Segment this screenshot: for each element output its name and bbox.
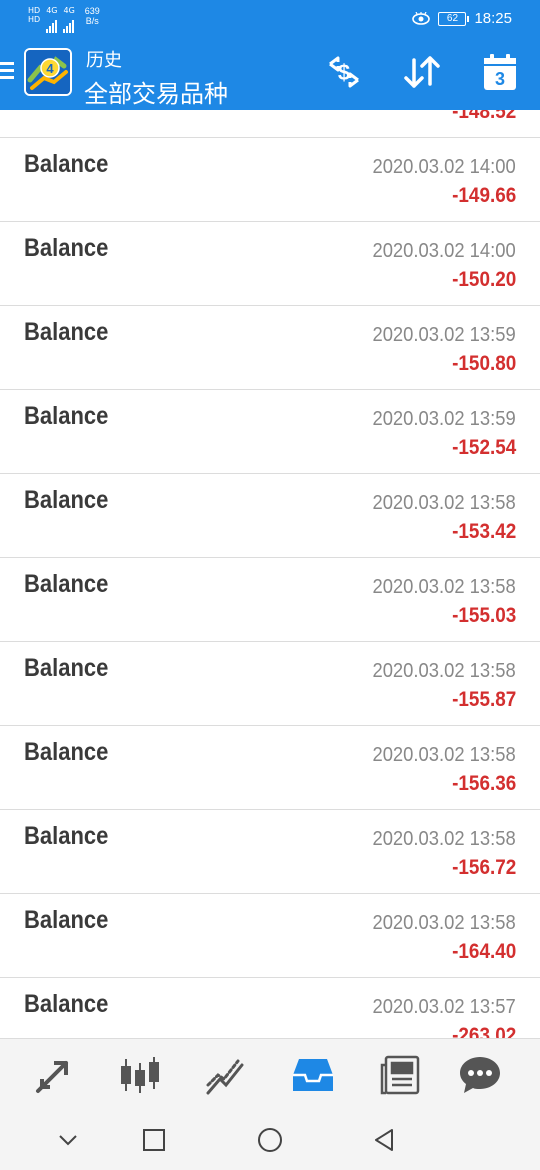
candlestick-chart-icon [121,1057,159,1093]
tab-quotes[interactable] [32,1053,76,1097]
signal-bars-icon [46,19,58,33]
clock: 18:25 [474,10,512,27]
deal-type: Balance [24,150,109,178]
deal-time: 2020.03.02 14:00 [372,240,516,262]
deal-time: 2020.03.02 14:00 [372,156,516,178]
deal-type: Balance [24,990,109,1018]
deal-row[interactable]: Balance 2020.03.02 13:58 -164.40 [0,894,540,978]
deal-type: Balance [24,234,109,262]
deal-time: 2020.03.02 13:59 [372,324,516,346]
sim-label-1: HD [28,6,41,15]
deal-time: 2020.03.02 13:58 [372,912,516,934]
deal-profit: -156.36 [451,772,516,795]
tab-chat[interactable] [458,1053,502,1097]
deal-row[interactable]: Balance 2020.03.02 14:00 -150.20 [0,222,540,306]
bottom-tab-bar [0,1038,540,1110]
deal-row[interactable]: Balance 2020.03.02 13:58 -155.03 [0,558,540,642]
deal-profit: -155.87 [451,688,516,711]
chat-bubble-icon [460,1057,500,1093]
deal-profit: -164.40 [451,940,516,963]
menu-icon[interactable] [0,62,14,80]
nav-home-icon[interactable] [256,1126,284,1154]
signal-2: 4G [63,6,75,33]
nav-recents-icon[interactable] [140,1126,168,1154]
sort-icon[interactable] [400,52,444,92]
deal-profit: -150.20 [451,268,516,291]
logo-badge: 4 [46,61,54,76]
deal-profit: -155.03 [451,604,516,627]
deal-profit: -149.66 [451,184,516,207]
deal-type: Balance [24,822,109,850]
deal-type: Balance [24,906,109,934]
deal-type: Balance [24,486,109,514]
deal-time: 2020.03.02 13:59 [372,408,516,430]
logo-icon: 4 [26,50,70,94]
deal-row[interactable]: Balance 2020.03.02 13:58 -156.72 [0,810,540,894]
deal-profit: -150.80 [451,352,516,375]
deal-time: 2020.03.02 13:58 [372,828,516,850]
deal-type: Balance [24,654,109,682]
deal-type: Balance [24,738,109,766]
history-list-inner: Balance2020.03.02 14:00-148.52Balance202… [0,110,540,1038]
quotes-arrows-icon [36,1061,68,1093]
nav-collapse-icon[interactable] [54,1126,82,1154]
deal-type: Balance [24,570,109,598]
page-title[interactable]: 全部交易品种 [84,74,228,109]
deal-row[interactable]: Balance 2020.03.02 13:58 -153.42 [0,474,540,558]
sim-label-2: HD [28,15,41,24]
metatrader-logo[interactable]: 4 [24,48,72,96]
network-speed: 639 B/s [84,6,100,26]
signal-bars-icon [63,19,75,33]
deal-row[interactable]: Balance 2020.03.02 13:58 -156.36 [0,726,540,810]
deal-time: 2020.03.02 13:58 [372,576,516,598]
app-bar: 4 历史 全部交易品种 $ 3 [0,40,540,110]
deal-profit: -153.42 [451,520,516,543]
deal-time: 2020.03.02 13:58 [372,744,516,766]
tab-trade[interactable] [204,1053,248,1097]
history-list[interactable]: Balance2020.03.02 14:00-148.52Balance202… [0,110,540,1038]
news-icon [380,1055,420,1095]
calendar-day: 3 [495,69,505,89]
app-header: HD HD 4G 4G 639 B/s 62 18:25 4 历史 全部交易品种… [0,0,540,110]
deal-time: 2020.03.02 13:58 [372,492,516,514]
deal-row[interactable]: Balance 2020.03.02 13:59 -150.80 [0,306,540,390]
deal-type: Balance [24,318,109,346]
sim-labels: HD HD [28,6,40,24]
trade-lines-icon [206,1059,244,1095]
history-inbox-icon [293,1059,333,1091]
deal-time: 2020.03.02 13:58 [372,660,516,682]
tab-chart[interactable] [118,1053,162,1097]
deal-row[interactable]: Balance 2020.03.02 13:57 -263.02 [0,978,540,1038]
deal-row[interactable]: Balance 2020.03.02 13:58 -155.87 [0,642,540,726]
deal-row[interactable]: Balance 2020.03.02 13:59 -152.54 [0,390,540,474]
deal-profit: -148.52 [451,110,516,123]
deal-profit: -156.72 [451,856,516,879]
svg-text:$: $ [338,60,350,85]
deal-profit: -263.02 [451,1024,516,1038]
currency-exchange-icon[interactable]: $ [322,52,366,92]
system-nav-bar [0,1110,540,1170]
deal-type: Balance [24,402,109,430]
nav-back-icon[interactable] [370,1126,398,1154]
page-subtitle: 历史 [86,50,122,71]
tab-history[interactable] [291,1053,335,1097]
battery-icon: 62 [438,11,470,26]
deal-time: 2020.03.02 13:57 [372,996,516,1018]
battery-level: 62 [446,12,459,24]
signal-1: 4G [46,6,57,33]
deal-row[interactable]: Balance2020.03.02 14:00-148.52 [0,110,540,138]
deal-profit: -152.54 [451,436,516,459]
status-bar: HD HD 4G 4G 639 B/s 62 18:25 [0,0,540,40]
calendar-icon[interactable]: 3 [478,52,522,92]
eye-comfort-icon [412,11,431,25]
deal-row[interactable]: Balance 2020.03.02 14:00 -149.66 [0,138,540,222]
tab-news[interactable] [378,1053,422,1097]
